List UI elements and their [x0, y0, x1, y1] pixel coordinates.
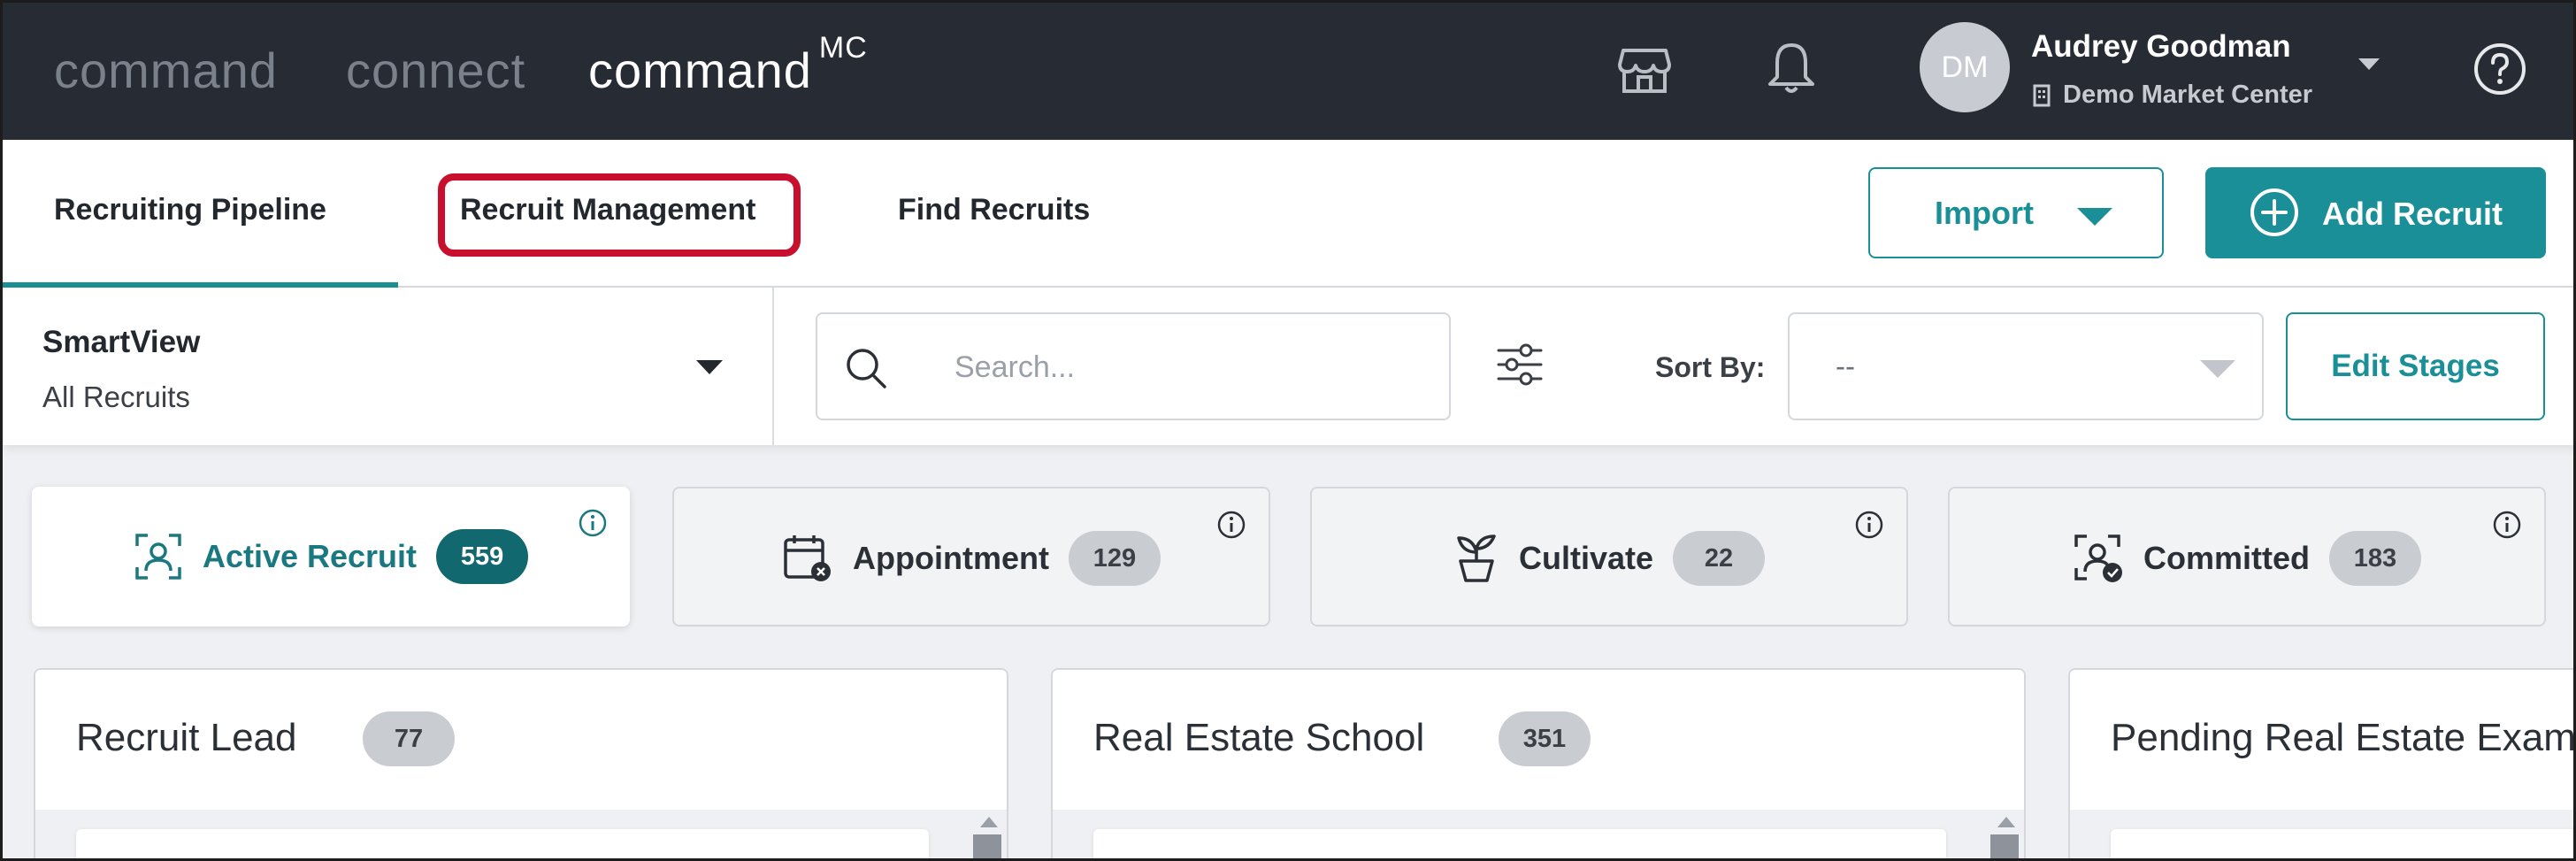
recruit-card[interactable] [76, 829, 929, 858]
filter-bar: SmartView All Recruits Sort By: -- Edit … [3, 288, 2573, 445]
add-recruit-label: Add Recruit [2322, 196, 2503, 232]
user-check-icon [2074, 534, 2122, 582]
column-real-estate-school: Real Estate School 351 [1051, 668, 2026, 858]
store-icon[interactable] [1614, 38, 1675, 98]
tab-recruiting-pipeline[interactable]: Recruiting Pipeline [54, 193, 326, 227]
highlight-box [438, 173, 801, 257]
smartview-value[interactable]: All Recruits [42, 381, 190, 414]
search-icon [847, 349, 886, 388]
sprout-icon [1457, 534, 1496, 582]
column-recruit-lead: Recruit Lead 77 [34, 668, 1008, 858]
info-icon[interactable] [2492, 510, 2522, 540]
recruit-card[interactable] [1093, 829, 1946, 858]
column-count-badge: 77 [363, 711, 455, 766]
stage-cultivate[interactable]: Cultivate 22 [1310, 487, 1908, 627]
column-body [2070, 810, 2573, 858]
nav-connect[interactable]: connect [346, 42, 525, 99]
bell-icon[interactable] [1761, 38, 1821, 98]
smartview-title[interactable]: SmartView [42, 325, 200, 360]
scroll-up-arrow-icon[interactable] [1997, 817, 2015, 827]
avatar[interactable]: DM [1920, 22, 2010, 112]
building-icon [2033, 84, 2051, 106]
smartview-caret-down-icon[interactable] [696, 360, 723, 374]
stage-label: Active Recruit [202, 538, 418, 574]
tab-bar: Recruiting Pipeline Recruit Management F… [3, 140, 2573, 288]
top-navigation-bar: command connect command MC DM Audrey Good… [3, 3, 2573, 140]
import-button[interactable]: Import [1868, 167, 2164, 258]
user-scan-icon [135, 534, 181, 580]
stage-count-badge: 559 [436, 529, 529, 584]
market-center-label: Demo Market Center [2063, 81, 2313, 109]
info-icon[interactable] [578, 508, 608, 538]
nav-command-mc[interactable]: command MC [588, 31, 868, 99]
sort-by-value: -- [1836, 350, 1855, 382]
caret-down-icon [2077, 208, 2112, 226]
market-center[interactable]: Demo Market Center [2033, 81, 2312, 110]
calendar-icon [784, 535, 832, 581]
user-menu-chevron-down-icon[interactable] [2358, 58, 2380, 70]
nav-command[interactable]: command [54, 42, 278, 99]
app-window: command connect command MC DM Audrey Good… [0, 0, 2576, 861]
tab-find-recruits[interactable]: Find Recruits [898, 193, 1090, 227]
column-title: Recruit Lead [76, 716, 297, 759]
scrollbar-thumb[interactable] [973, 834, 1001, 858]
filter-sliders-icon[interactable] [1496, 342, 1544, 387]
stage-count-badge: 22 [1673, 531, 1766, 586]
column-title: Pending Real Estate Exam [2111, 716, 2576, 759]
recruit-card[interactable] [2111, 829, 2573, 858]
stage-count-badge: 129 [1068, 531, 1161, 586]
column-title: Real Estate School [1093, 716, 1425, 759]
info-icon[interactable] [1216, 510, 1246, 540]
stage-label: Appointment [853, 540, 1049, 576]
add-recruit-button[interactable]: Add Recruit [2205, 167, 2546, 258]
column-pending-real-estate-exam: Pending Real Estate Exam [2068, 668, 2576, 858]
column-body [1053, 810, 2024, 858]
sort-by-select[interactable]: -- [1788, 312, 2264, 420]
chevron-down-icon [2200, 360, 2235, 378]
divider [772, 288, 774, 445]
column-body [35, 810, 1007, 858]
stage-active-recruit[interactable]: Active Recruit 559 [32, 487, 630, 627]
plus-circle-icon [2250, 188, 2298, 236]
user-name[interactable]: Audrey Goodman [2031, 29, 2291, 65]
column-header: Recruit Lead 77 [35, 670, 1007, 810]
search-field[interactable] [816, 312, 1451, 420]
stage-label: Committed [2143, 540, 2310, 576]
scrollbar-thumb[interactable] [1990, 834, 2019, 858]
column-header: Real Estate School 351 [1053, 670, 2024, 810]
import-button-label: Import [1935, 194, 2034, 231]
nav-command-mc-sup: MC [818, 31, 868, 65]
stage-label: Cultivate [1518, 540, 1654, 576]
stage-count-badge: 183 [2329, 531, 2421, 586]
help-icon[interactable] [2472, 42, 2527, 96]
edit-stages-button[interactable]: Edit Stages [2286, 312, 2545, 420]
scroll-up-arrow-icon[interactable] [980, 817, 998, 827]
stage-committed[interactable]: Committed 183 [1948, 487, 2546, 627]
column-count-badge: 351 [1499, 711, 1591, 766]
stage-appointment[interactable]: Appointment 129 [672, 487, 1270, 627]
sort-by-label: Sort By: [1655, 351, 1766, 383]
info-icon[interactable] [1854, 510, 1884, 540]
search-input[interactable] [954, 341, 1414, 394]
nav-command-mc-label: command [588, 42, 812, 98]
column-header: Pending Real Estate Exam [2070, 670, 2576, 810]
